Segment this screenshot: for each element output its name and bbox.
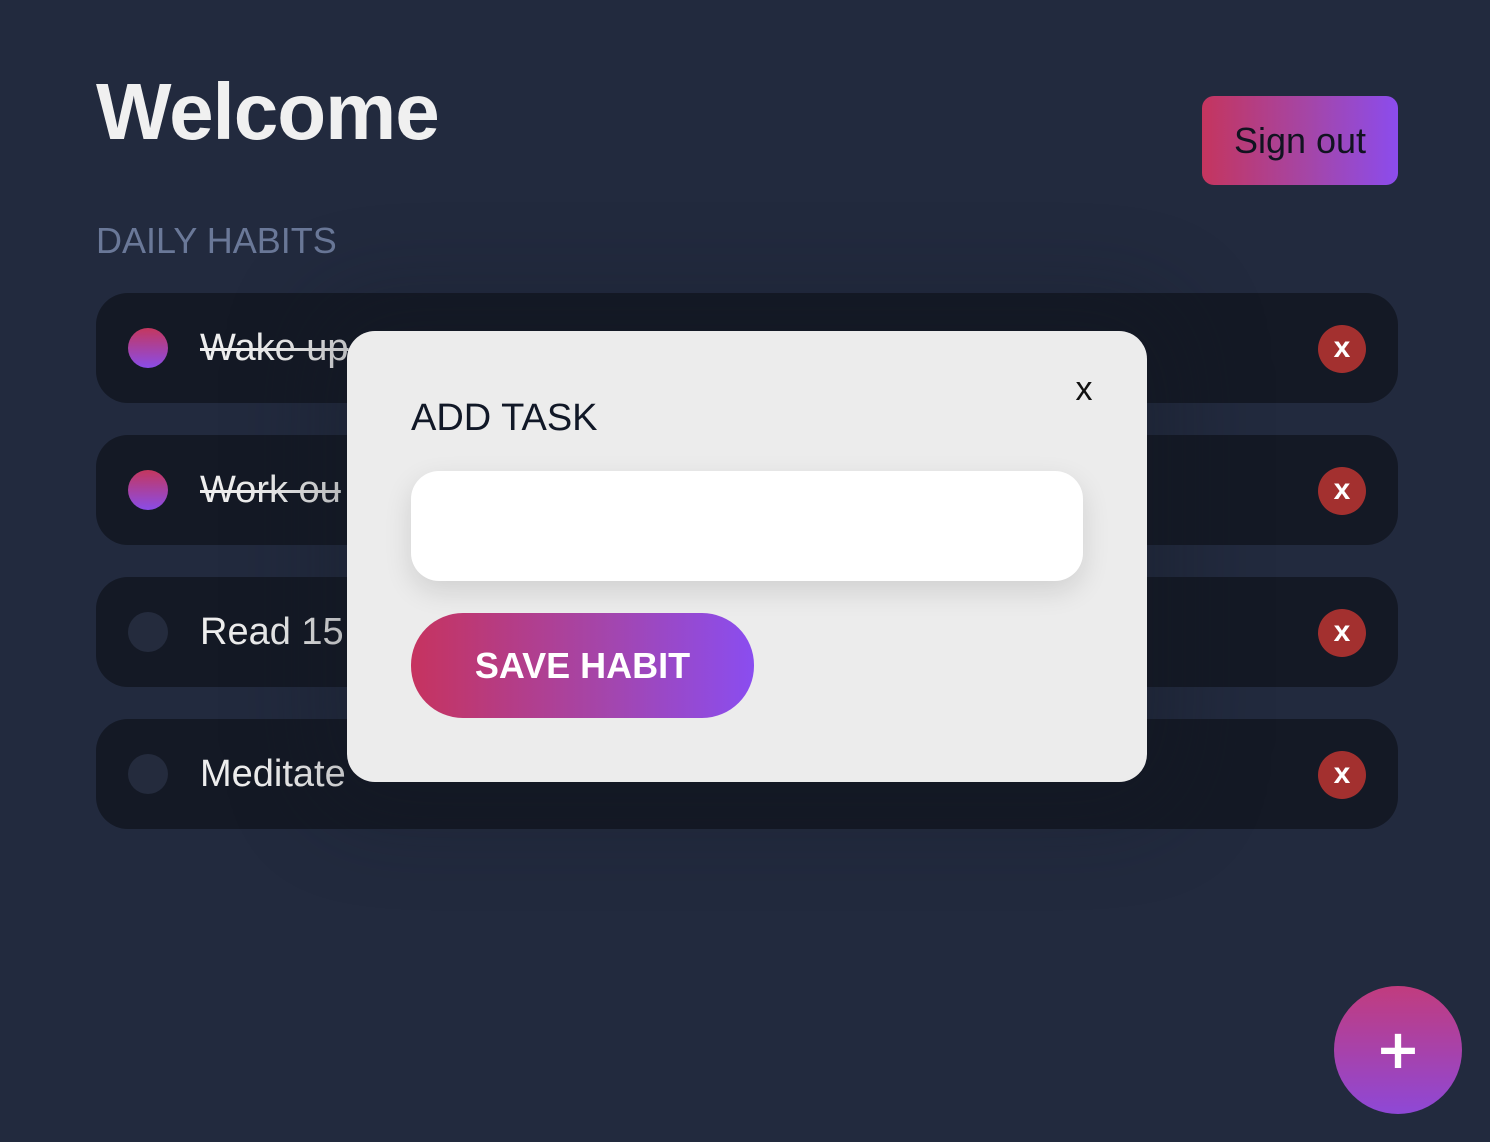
close-icon[interactable]: x [1069,369,1099,409]
delete-icon[interactable]: x [1318,467,1366,515]
habit-label: Work ou [200,469,341,511]
page-title: Welcome [96,67,440,156]
section-label-daily-habits: DAILY HABITS [96,220,337,261]
habit-checkbox-checked[interactable] [128,470,168,510]
add-task-modal: x ADD TASK SAVE HABIT [347,331,1147,782]
save-habit-button[interactable]: SAVE HABIT [411,613,754,718]
habit-label: Meditate [200,753,346,795]
add-habit-button[interactable]: + [1334,986,1462,1114]
delete-icon[interactable]: x [1318,325,1366,373]
habit-checkbox-checked[interactable] [128,328,168,368]
plus-icon: + [1375,1018,1421,1081]
sign-out-button[interactable]: Sign out [1202,96,1398,185]
habit-checkbox[interactable] [128,612,168,652]
habit-label: Read 15 [200,611,344,653]
habit-label: Wake up [200,327,349,369]
habit-checkbox[interactable] [128,754,168,794]
delete-icon[interactable]: x [1318,609,1366,657]
habit-tracker-app: Welcome Sign out DAILY HABITS Wake up x … [0,0,1490,1142]
modal-title: ADD TASK [411,397,598,439]
task-name-input[interactable] [411,471,1083,581]
delete-icon[interactable]: x [1318,751,1366,799]
